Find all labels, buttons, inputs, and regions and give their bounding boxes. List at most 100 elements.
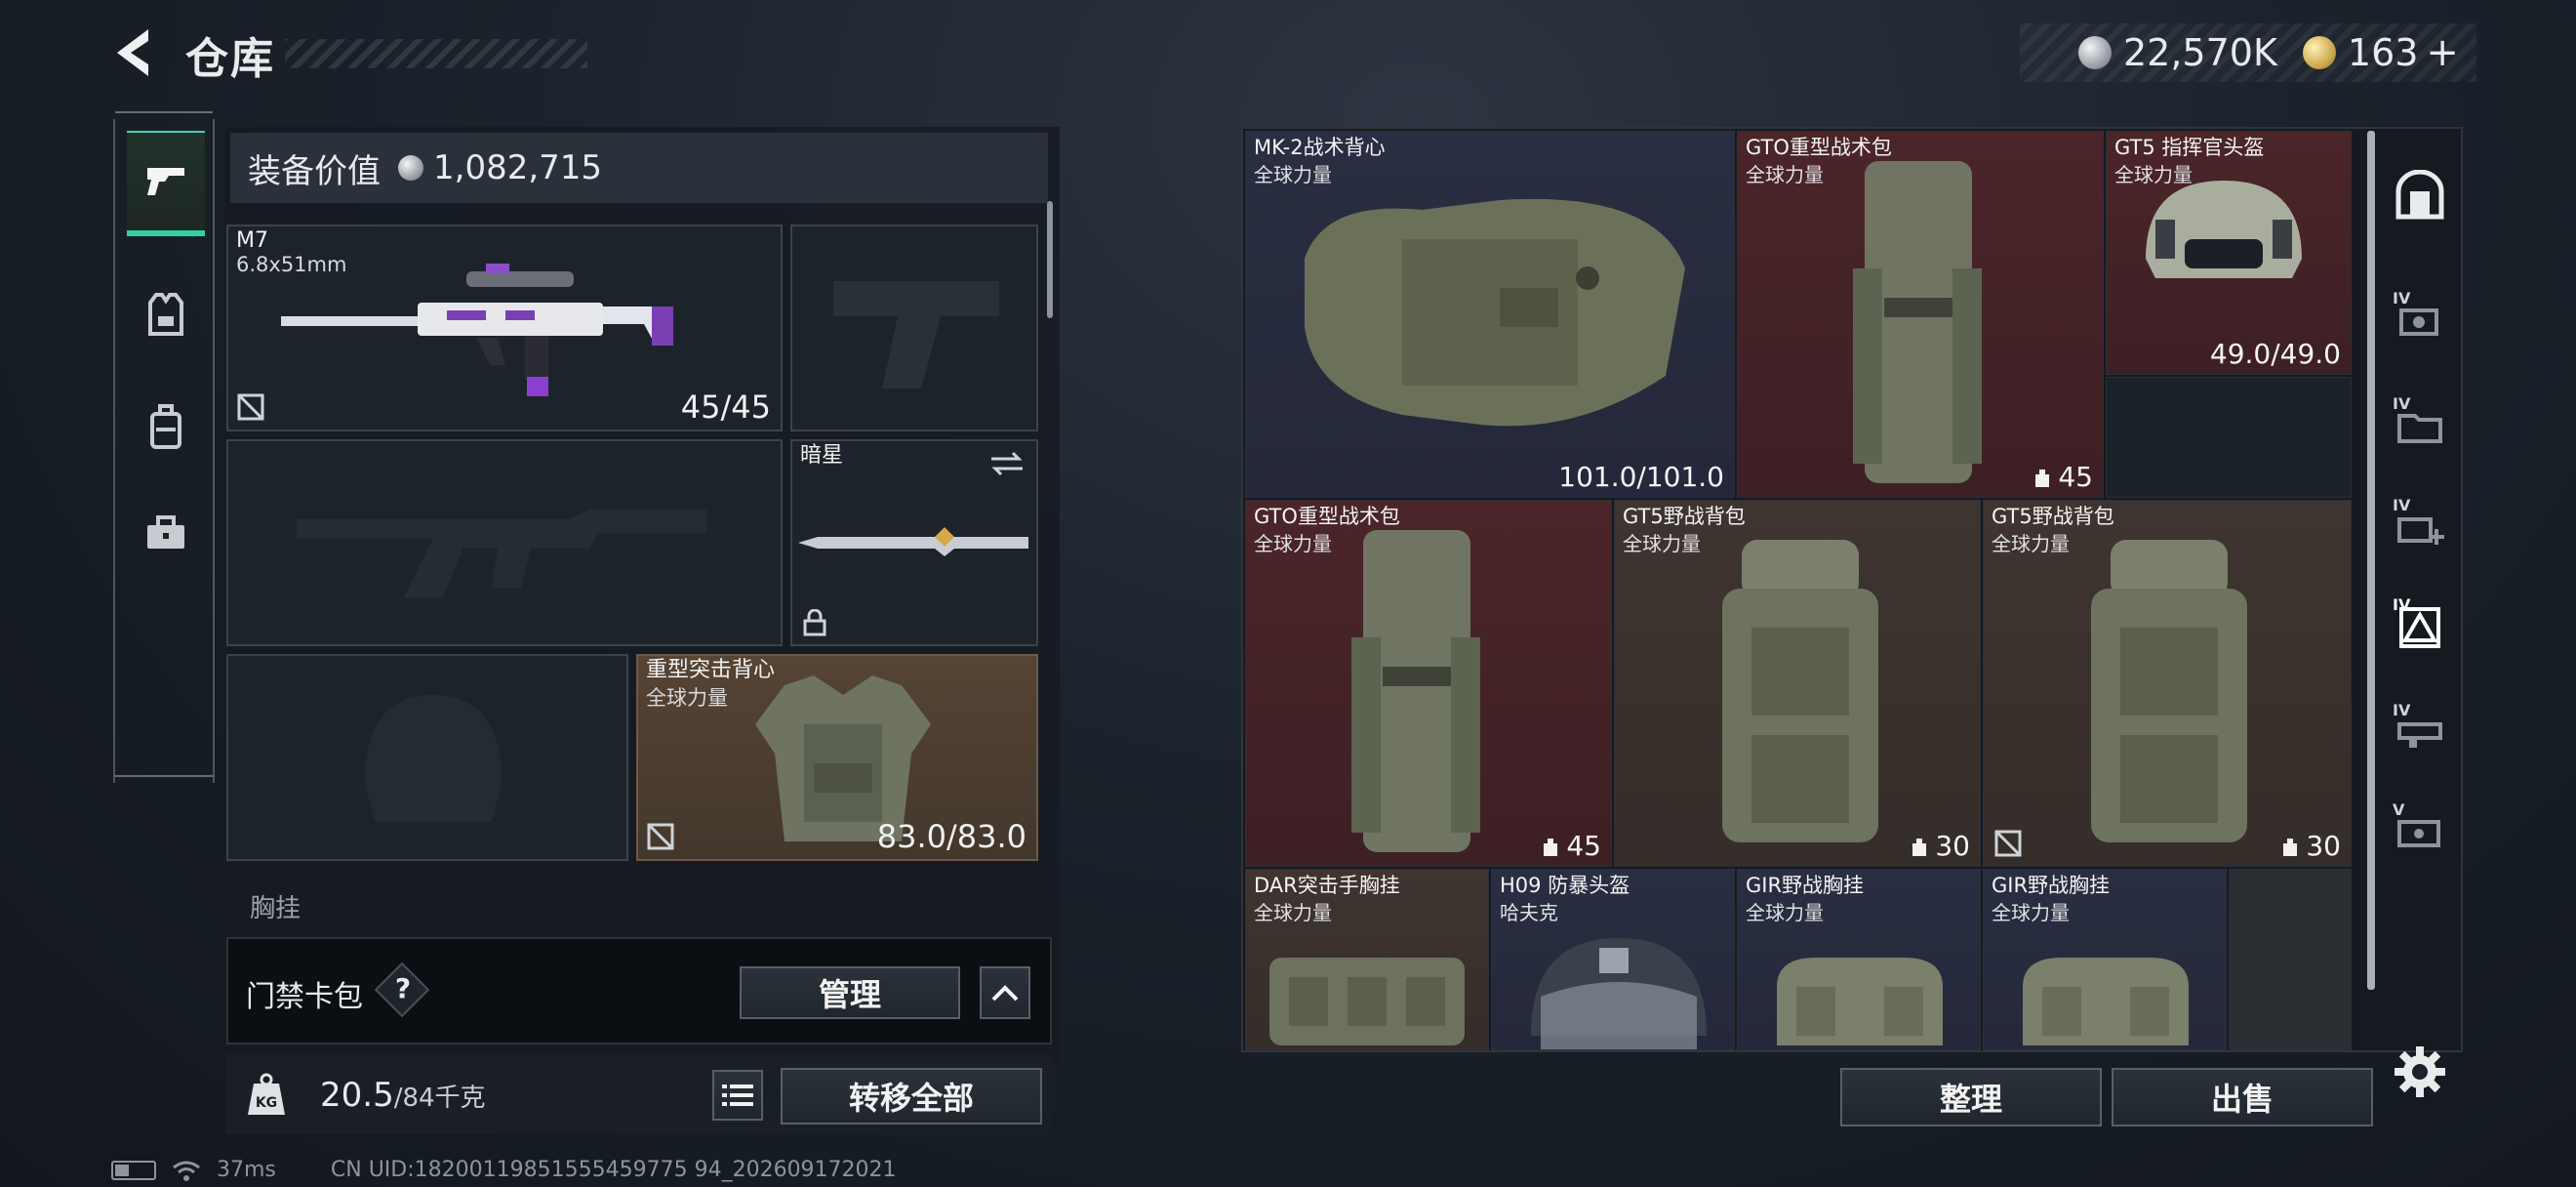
item-capacity: 45 bbox=[2033, 461, 2093, 493]
toolbox-icon bbox=[147, 515, 184, 549]
gold-balance: 163 bbox=[2347, 31, 2419, 74]
item-name: GIR野战胸挂 bbox=[1746, 874, 1865, 897]
item-capacity: 45 bbox=[1541, 830, 1601, 862]
loadout-scrollbar[interactable] bbox=[1047, 201, 1053, 318]
storage-item[interactable]: H09 防暴头盔 哈夫克 bbox=[1491, 869, 1735, 1050]
storage-item[interactable]: MK-2战术背心 全球力量 101.0/101.0 bbox=[1245, 131, 1735, 498]
weight-current: 20.5 bbox=[320, 1076, 394, 1115]
tier-tag: IV bbox=[2393, 496, 2411, 514]
empty-grid-cell[interactable] bbox=[2106, 377, 2352, 498]
storage-item[interactable]: GTO重型战术包 全球力量 45 bbox=[1737, 131, 2104, 498]
plus-icon[interactable]: + bbox=[2426, 30, 2459, 75]
storage-item[interactable]: GT5野战背包 全球力量 30 bbox=[1983, 500, 2352, 867]
primary-weapon-slot[interactable]: M7 6.8x51mm 45/45 bbox=[226, 225, 783, 431]
storage-item[interactable]: GT5 指挥官头盔 全球力量 49.0/49.0 bbox=[2106, 131, 2352, 375]
tab-backpack[interactable] bbox=[127, 375, 205, 480]
storage-filter-rail: IV IV IV IV IV V bbox=[2369, 127, 2457, 1052]
equip-value-label: 装备价值 bbox=[248, 151, 381, 191]
item-name: GIR野战胸挂 bbox=[1992, 874, 2111, 897]
chest-rig-section-label: 胸挂 bbox=[250, 894, 302, 923]
melee-name: 暗星 bbox=[800, 443, 844, 468]
expand-button[interactable] bbox=[980, 966, 1030, 1019]
tier-tag: IV bbox=[2393, 701, 2411, 719]
storage-item[interactable]: GIR野战胸挂 全球力量 bbox=[1737, 869, 1981, 1050]
heavy-tactical-bag-image bbox=[1853, 161, 1982, 483]
sort-button[interactable]: 整理 bbox=[1840, 1068, 2102, 1126]
no-insure-icon bbox=[647, 823, 674, 850]
rail-filter-4[interactable]: IV bbox=[2391, 595, 2449, 654]
item-faction: 全球力量 bbox=[1254, 901, 1332, 924]
storage-item[interactable]: GTO重型战术包 全球力量 45 bbox=[1245, 500, 1612, 867]
chevron-up-icon bbox=[991, 985, 1019, 1002]
storage-grid: MK-2战术背心 全球力量 101.0/101.0 GTO重型战术包 全球力量 … bbox=[1241, 127, 2463, 1052]
gold-coin-icon bbox=[2302, 36, 2336, 69]
ping-text: 37ms bbox=[217, 1158, 276, 1182]
silver-coin-icon bbox=[2078, 36, 2112, 69]
back-arrow-icon[interactable] bbox=[109, 25, 160, 80]
currency-bar: 22,570K 163 + bbox=[2020, 23, 2476, 82]
page-title: 仓库 bbox=[185, 34, 275, 84]
heavy-tactical-bag-image bbox=[1351, 530, 1480, 852]
item-durability: 49.0/49.0 bbox=[2209, 338, 2341, 370]
storage-item[interactable]: DAR突击手胸挂 全球力量 bbox=[1245, 869, 1489, 1050]
weight-kg-icon: KG bbox=[248, 1073, 285, 1115]
item-capacity: 30 bbox=[2280, 830, 2341, 862]
transfer-all-button[interactable]: 转移全部 bbox=[781, 1068, 1042, 1125]
item-name: H09 防暴头盔 bbox=[1500, 874, 1630, 897]
capacity-bag-icon bbox=[2035, 469, 2050, 487]
secondary-weapon-slot[interactable] bbox=[226, 439, 783, 646]
vest-icon bbox=[148, 293, 183, 336]
item-faction: 全球力量 bbox=[1992, 532, 2070, 555]
rifle-silhouette-icon bbox=[297, 510, 706, 597]
rail-filter-6[interactable]: V bbox=[2391, 800, 2449, 859]
pistol-icon bbox=[147, 168, 184, 195]
access-card-label: 门禁卡包 bbox=[246, 980, 363, 1014]
safe-box-icon bbox=[2395, 170, 2444, 220]
helmet-silhouette-icon bbox=[365, 695, 502, 822]
no-insure-icon bbox=[237, 393, 264, 421]
sell-button[interactable]: 出售 bbox=[2112, 1068, 2373, 1126]
item-faction: 全球力量 bbox=[1992, 901, 2070, 924]
weight-max: /84千克 bbox=[393, 1084, 486, 1113]
item-name: MK-2战术背心 bbox=[1254, 136, 1386, 159]
wifi-icon bbox=[173, 1161, 200, 1181]
armor-slot[interactable]: 重型突击背心 全球力量 83.0/83.0 bbox=[636, 654, 1038, 861]
manage-button[interactable]: 管理 bbox=[740, 966, 960, 1019]
storage-item[interactable]: GT5野战背包 全球力量 30 bbox=[1614, 500, 1981, 867]
left-category-tabs bbox=[113, 111, 215, 783]
rail-filter-2[interactable]: IV bbox=[2391, 394, 2449, 453]
helmet-slot[interactable] bbox=[226, 654, 628, 861]
field-backpack-image bbox=[1722, 540, 1878, 842]
storage-item[interactable]: GIR野战胸挂 全球力量 bbox=[1983, 869, 2227, 1050]
item-faction: 全球力量 bbox=[1254, 532, 1332, 555]
rail-filter-1[interactable]: IV bbox=[2391, 289, 2449, 348]
capacity-bag-icon bbox=[1912, 838, 1927, 856]
backpack-icon bbox=[150, 404, 181, 449]
chest-rig-image bbox=[2023, 958, 2189, 1045]
tab-armor[interactable] bbox=[127, 262, 205, 367]
ammo-count: 45/45 bbox=[680, 389, 771, 426]
rail-safe-box[interactable] bbox=[2391, 166, 2449, 225]
item-faction: 全球力量 bbox=[1746, 163, 1824, 186]
rail-filter-3[interactable]: IV bbox=[2391, 496, 2449, 554]
melee-slot[interactable]: 暗星 bbox=[790, 439, 1038, 646]
pistol-slot[interactable] bbox=[790, 225, 1038, 431]
gear-icon[interactable] bbox=[2393, 1044, 2447, 1099]
equip-value-amount: 1,082,715 bbox=[433, 148, 603, 187]
list-view-button[interactable] bbox=[712, 1070, 763, 1121]
armor-durability: 83.0/83.0 bbox=[876, 818, 1026, 855]
list-icon bbox=[722, 1085, 753, 1106]
rail-filter-5[interactable]: IV bbox=[2391, 701, 2449, 759]
tier-tag: IV bbox=[2393, 394, 2411, 413]
swap-icon[interactable] bbox=[987, 449, 1026, 478]
tab-tools[interactable] bbox=[127, 480, 205, 586]
item-faction: 全球力量 bbox=[1746, 901, 1824, 924]
battery-icon bbox=[111, 1160, 156, 1180]
rifle-m7-image bbox=[281, 264, 673, 396]
carry-weight: 20.5/84千克 bbox=[320, 1076, 486, 1115]
help-mark: ? bbox=[394, 972, 412, 1004]
item-name: GT5 指挥官头盔 bbox=[2114, 136, 2265, 159]
tier-tag: IV bbox=[2393, 595, 2411, 614]
tab-weapons[interactable] bbox=[127, 131, 205, 236]
empty-grid-cell[interactable] bbox=[2229, 869, 2352, 1050]
